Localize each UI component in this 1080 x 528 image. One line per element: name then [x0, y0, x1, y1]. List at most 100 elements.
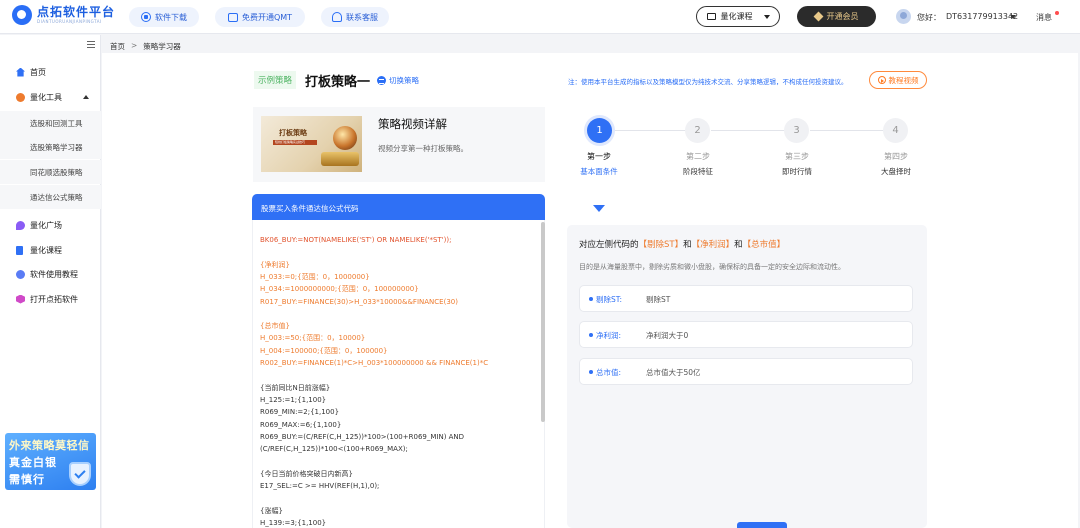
code-line: R017_BUY:=FINANCE(30)>H_033*10000&&FINAN…	[260, 297, 458, 306]
code-line: H_004:=100000;{范围：0，100000}	[260, 346, 388, 355]
unread-badge	[1055, 11, 1059, 15]
sidebar-subitem-backtest[interactable]: 选股和回测工具	[0, 111, 101, 135]
code-line: (C/REF(C,H_125))*100<(100+R069_MAX);	[260, 445, 408, 454]
example-strategy-tag: 示例策略	[254, 71, 297, 89]
sidebar-item-courses[interactable]: 量化课程	[0, 240, 101, 260]
step-2-subtitle[interactable]: 阶段特征	[668, 166, 728, 177]
step-connector	[810, 130, 883, 131]
step-4-subtitle[interactable]: 大盘择时	[866, 166, 926, 177]
download-label: 软件下载	[155, 12, 187, 22]
condition-item[interactable]: 净利润: 净利润大于0	[579, 321, 913, 348]
condition-key: 总市值:	[596, 368, 622, 377]
sidebar-item-tutorial[interactable]: 软件使用教程	[0, 264, 101, 284]
step-pointer-icon	[593, 205, 605, 212]
chevron-down-icon	[763, 14, 770, 19]
code-line: R069_MAX:=6;{1,100}	[260, 420, 342, 429]
tutorial-video-button[interactable]: 教程视频	[869, 71, 927, 89]
highlight-marketcap: 【总市值】	[742, 240, 786, 250]
video-title: 策略视频详解	[378, 117, 447, 131]
support-button[interactable]: 联系客服	[321, 7, 389, 27]
sidebar-item-open-app[interactable]: 打开点拓软件	[0, 289, 101, 309]
code-line: {今日当前价格突破日内新高}	[260, 469, 353, 478]
step-1-subtitle[interactable]: 基本面条件	[569, 166, 629, 177]
sidebar-item-tools[interactable]: 量化工具	[0, 87, 101, 107]
promo-line: 外来策略莫轻信	[9, 439, 90, 452]
step-2-name: 第二步	[686, 152, 710, 161]
bullet-icon	[589, 297, 593, 301]
course-label: 量化课程	[720, 12, 753, 21]
brand-logo[interactable]: 点拓软件平台 DIANTUORUANJIANPINGTAI	[12, 5, 115, 25]
condition-item[interactable]: 总市值: 总市值大于50亿	[579, 358, 913, 385]
support-label: 联系客服	[346, 12, 378, 22]
messages-link[interactable]: 消息	[1036, 12, 1052, 23]
highlight-profit: 【净利润】	[691, 240, 735, 250]
avatar[interactable]	[896, 9, 911, 24]
switch-strategy-button[interactable]: 切换策略	[377, 75, 419, 86]
next-step-button[interactable]	[737, 522, 787, 528]
sidebar-item-square[interactable]: 量化广场	[0, 215, 101, 235]
breadcrumb-separator: >	[131, 41, 138, 50]
sidebar-item-label: 软件使用教程	[30, 269, 78, 279]
sidebar-item-label: 首页	[30, 67, 46, 77]
tutorial-label: 教程视频	[888, 75, 919, 85]
subitem-label: 同花顺选股策略	[30, 167, 83, 177]
code-line: {涨幅}	[260, 506, 283, 515]
step-3-subtitle[interactable]: 即时行情	[767, 166, 827, 177]
code-scrollbar[interactable]	[541, 222, 545, 422]
step-3-circle[interactable]: 3	[784, 118, 809, 143]
code-line: H_034:=1000000000;{范围：0，100000000}	[260, 285, 419, 294]
user-id[interactable]: DT631779913342	[946, 12, 1018, 21]
promo-line: 真金白银	[9, 456, 57, 469]
breadcrumb-current: 策略学习器	[143, 42, 181, 51]
video-icon	[706, 13, 716, 20]
sidebar-subitem-tdx[interactable]: 通达信公式策略	[0, 185, 101, 209]
step-connector	[711, 130, 784, 131]
open-app-icon	[16, 294, 25, 304]
step-2-circle[interactable]: 2	[685, 118, 710, 143]
step-4-circle[interactable]: 4	[883, 118, 908, 143]
sidebar-item-label: 量化工具	[30, 92, 62, 102]
diamond-icon	[813, 11, 823, 22]
detail-description: 目的是从海量股票中，剔除劣质和微小盘股，确保标的具备一定的安全边际和流动性。	[579, 263, 845, 271]
code-line: {当前同比N日前涨幅}	[260, 383, 331, 392]
breadcrumb: 首页 > 策略学习器	[110, 41, 181, 52]
bullet-icon	[589, 333, 593, 337]
vip-button[interactable]: 开通会员	[797, 6, 876, 27]
qmt-button[interactable]: 免费开通QMT	[215, 7, 305, 27]
condition-key: 剔除ST:	[596, 295, 623, 304]
brand-name: 点拓软件平台	[37, 4, 116, 19]
detail-title-prefix: 对应左侧代码的	[579, 240, 639, 250]
sidebar-subitem-learner[interactable]: 选股策略学习器	[0, 135, 101, 159]
video-thumbnail[interactable]: 打板策略 短线打板策略实战技巧	[261, 116, 362, 172]
code-header: 股票买入条件通达信公式代码	[252, 194, 545, 220]
step-1-circle[interactable]: 1	[587, 118, 612, 143]
sidebar-subitem-ths[interactable]: 同花顺选股策略	[0, 160, 101, 184]
bullet-icon	[589, 370, 593, 374]
code-line: E17_SEL:=C >= HHV(REF(H,1),0);	[260, 482, 380, 490]
code-line: R002_BUY:=FINANCE(1)*C>H_003*100000000 &…	[260, 359, 489, 367]
collapse-menu-icon[interactable]	[87, 41, 95, 48]
code-line: H_139:=3;{1,100}	[260, 518, 327, 527]
condition-item[interactable]: 剔除ST: 剔除ST	[579, 285, 913, 312]
detail-title: 对应左侧代码的【剔除ST】和【净利润】和【总市值】	[579, 238, 785, 250]
course-dropdown[interactable]: 量化课程	[696, 6, 780, 27]
square-icon	[16, 220, 25, 230]
promo-banner[interactable]: 外来策略莫轻信 真金白银 需慎行	[5, 433, 96, 490]
sidebar-item-home[interactable]: 首页	[0, 62, 101, 82]
thumbnail-subtitle-bar: 短线打板策略实战技巧	[273, 140, 317, 145]
detail-and: 和	[734, 240, 743, 250]
logo-icon	[12, 5, 32, 25]
chevron-down-icon[interactable]	[1010, 15, 1016, 19]
qmt-label: 免费开通QMT	[241, 12, 293, 22]
book-icon	[16, 245, 23, 255]
step-4-name: 第四步	[884, 152, 908, 161]
code-line: {总市值}	[260, 322, 290, 331]
download-icon	[141, 12, 151, 22]
breadcrumb-home[interactable]: 首页	[110, 41, 125, 52]
download-button[interactable]: 软件下载	[129, 7, 199, 27]
step-3-name: 第三步	[785, 152, 809, 161]
page-title: 打板策略一	[305, 75, 371, 90]
tools-icon	[16, 92, 25, 102]
thumbnail-title: 打板策略	[279, 129, 307, 137]
switch-label: 切换策略	[389, 76, 419, 85]
